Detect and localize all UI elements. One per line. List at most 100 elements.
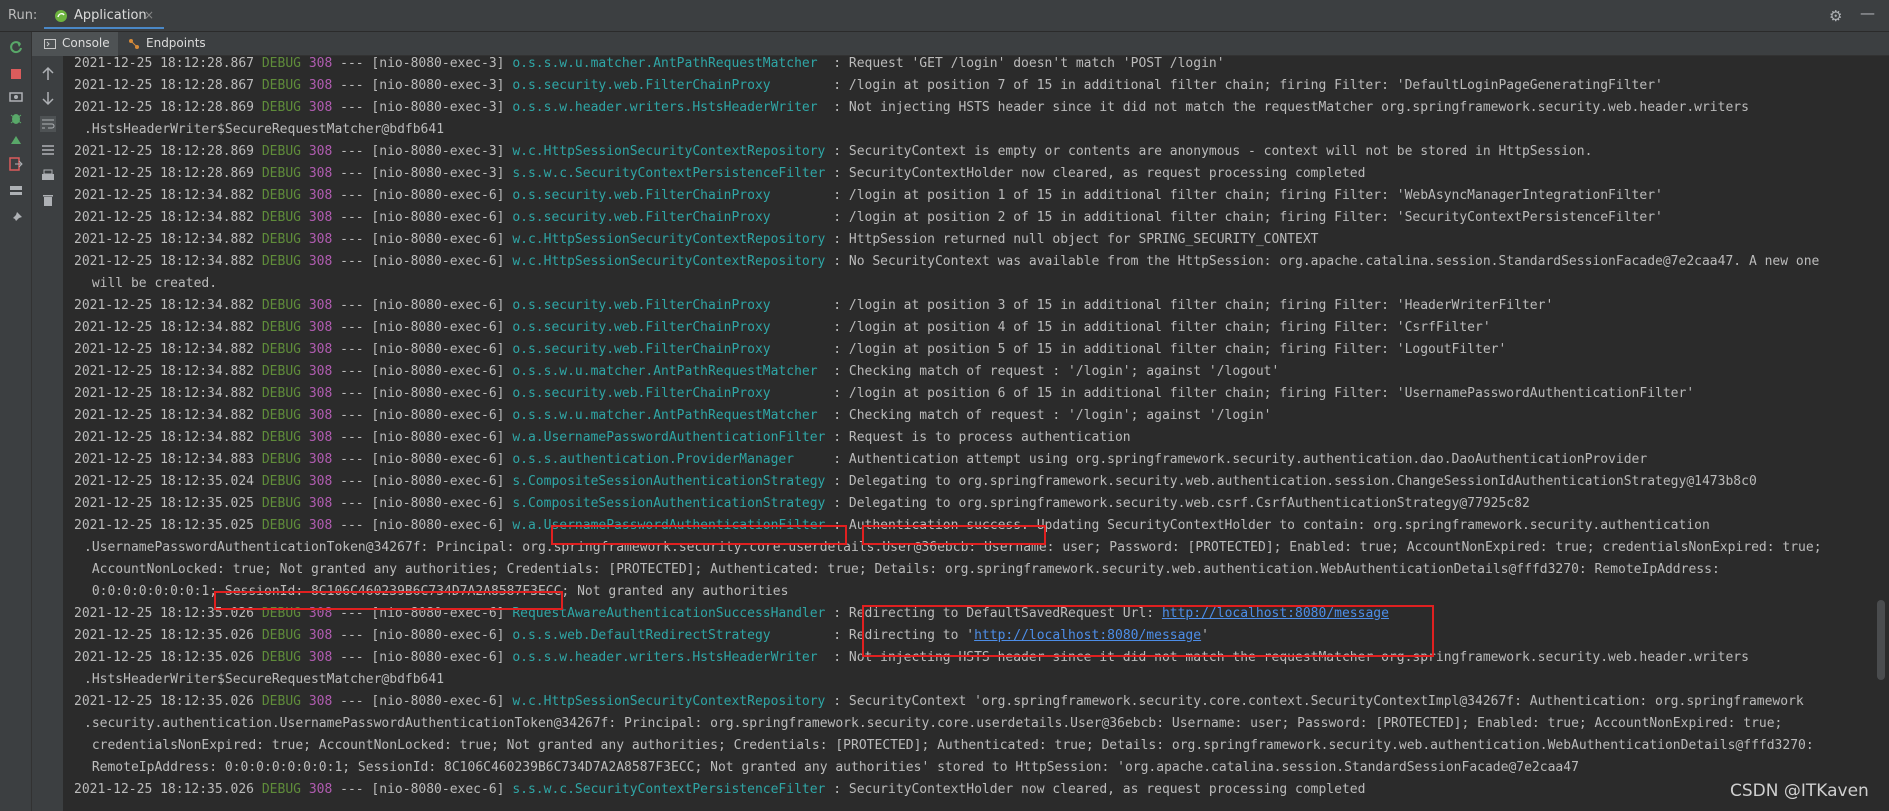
trash-icon[interactable]	[40, 192, 56, 208]
log-line: 2021-12-25 18:12:34.882 DEBUG 308 --- [n…	[74, 427, 1131, 449]
log-level: DEBUG	[261, 474, 301, 489]
log-timestamp: 2021-12-25 18:12:35.025	[74, 518, 255, 533]
log-pid: 308	[308, 496, 333, 511]
log-timestamp: 2021-12-25 18:12:34.882	[74, 408, 255, 423]
log-line: 2021-12-25 18:12:34.882 DEBUG 308 --- [n…	[74, 317, 1491, 339]
log-pid: 308	[308, 342, 333, 357]
log-thread: --- [nio-8080-exec-3]	[332, 144, 513, 159]
log-thread: --- [nio-8080-exec-6]	[332, 628, 513, 643]
log-level: DEBUG	[261, 782, 301, 797]
log-timestamp: 2021-12-25 18:12:28.869	[74, 100, 255, 115]
scroll-to-end-icon[interactable]	[40, 142, 56, 158]
log-timestamp: 2021-12-25 18:12:34.882	[74, 254, 255, 269]
log-pid: 308	[308, 452, 333, 467]
log-timestamp: 2021-12-25 18:12:35.026	[74, 628, 255, 643]
log-logger: o.s.security.web.FilterChainProxy	[512, 78, 834, 93]
log-message: : Checking match of request : '/login'; …	[833, 364, 1280, 379]
log-thread: --- [nio-8080-exec-6]	[332, 320, 513, 335]
log-pid: 308	[308, 188, 333, 203]
scrollbar[interactable]	[1875, 56, 1889, 811]
gear-icon[interactable]: ⚙	[1829, 7, 1842, 25]
close-icon[interactable]: ×	[144, 8, 154, 22]
minimize-icon[interactable]: —	[1860, 4, 1875, 22]
log-timestamp: 2021-12-25 18:12:34.882	[74, 430, 255, 445]
log-thread: --- [nio-8080-exec-6]	[332, 188, 513, 203]
log-thread: --- [nio-8080-exec-3]	[332, 100, 513, 115]
log-pid: 308	[308, 518, 333, 533]
log-line: 2021-12-25 18:12:35.025 DEBUG 308 --- [n…	[74, 493, 1530, 515]
print-icon[interactable]	[40, 168, 56, 184]
run-label: Run:	[8, 8, 38, 23]
console-output[interactable]: 2021-12-25 18:12:28.867 DEBUG 308 --- [n…	[64, 56, 1875, 811]
log-line: 2021-12-25 18:12:28.869 DEBUG 308 --- [n…	[74, 141, 1592, 163]
log-continuation: AccountNonLocked: true; Not granted any …	[84, 562, 1720, 577]
log-message: : HttpSession returned null object for S…	[833, 232, 1319, 247]
log-thread: --- [nio-8080-exec-6]	[332, 474, 513, 489]
arrow-down-icon[interactable]	[40, 90, 56, 106]
log-line: 2021-12-25 18:12:34.882 DEBUG 308 --- [n…	[74, 251, 1819, 273]
log-level: DEBUG	[261, 78, 301, 93]
log-timestamp: 2021-12-25 18:12:35.026	[74, 694, 255, 709]
tab-endpoints[interactable]: Endpoints	[120, 32, 216, 56]
log-line: 2021-12-25 18:12:34.882 DEBUG 308 --- [n…	[74, 339, 1506, 361]
soft-wrap-icon[interactable]	[40, 116, 56, 132]
log-logger: w.c.HttpSessionSecurityContextRepository	[512, 232, 834, 247]
log-level: DEBUG	[261, 628, 301, 643]
subtabs-bar: Console Endpoints	[0, 32, 1889, 56]
debug-icon[interactable]	[8, 110, 24, 126]
log-pid: 308	[308, 298, 333, 313]
rerun-icon[interactable]	[8, 39, 24, 55]
build-icon[interactable]	[8, 132, 24, 148]
pin-icon[interactable]	[8, 210, 24, 226]
log-line: 2021-12-25 18:12:28.867 DEBUG 308 --- [n…	[74, 75, 1663, 97]
log-pid: 308	[308, 430, 333, 445]
log-thread: --- [nio-8080-exec-6]	[332, 364, 513, 379]
log-logger: w.c.HttpSessionSecurityContextRepository	[512, 144, 834, 159]
log-logger: o.s.s.w.header.writers.HstsHeaderWriter	[512, 100, 834, 115]
log-level: DEBUG	[261, 496, 301, 511]
log-logger: o.s.s.w.u.matcher.AntPathRequestMatcher	[512, 364, 834, 379]
arrow-up-icon[interactable]	[40, 66, 56, 82]
log-pid: 308	[308, 408, 333, 423]
log-level: DEBUG	[261, 166, 301, 181]
log-continuation: .HstsHeaderWriter$SecureRequestMatcher@b…	[84, 122, 445, 137]
highlight-auth-success	[862, 525, 1046, 545]
log-continuation: RemoteIpAddress: 0:0:0:0:0:0:0:1; Sessio…	[84, 760, 1579, 775]
log-timestamp: 2021-12-25 18:12:34.882	[74, 386, 255, 401]
log-level: DEBUG	[261, 342, 301, 357]
exit-icon[interactable]	[8, 156, 24, 172]
log-thread: --- [nio-8080-exec-6]	[332, 782, 513, 797]
log-timestamp: 2021-12-25 18:12:35.024	[74, 474, 255, 489]
log-thread: --- [nio-8080-exec-6]	[332, 386, 513, 401]
log-timestamp: 2021-12-25 18:12:35.026	[74, 650, 255, 665]
spring-boot-icon	[55, 10, 67, 22]
log-timestamp: 2021-12-25 18:12:35.025	[74, 496, 255, 511]
tab-console[interactable]: Console	[32, 32, 118, 56]
camera-icon[interactable]	[8, 88, 24, 104]
log-line: 2021-12-25 18:12:34.882 DEBUG 308 --- [n…	[74, 185, 1663, 207]
log-timestamp: 2021-12-25 18:12:34.882	[74, 232, 255, 247]
log-level: DEBUG	[261, 56, 301, 71]
log-thread: --- [nio-8080-exec-6]	[332, 210, 513, 225]
log-line: 2021-12-25 18:12:35.024 DEBUG 308 --- [n…	[74, 471, 1757, 493]
log-thread: --- [nio-8080-exec-6]	[332, 452, 513, 467]
log-thread: --- [nio-8080-exec-6]	[332, 298, 513, 313]
log-message: : /login at position 4 of 15 in addition…	[833, 320, 1491, 335]
log-pid: 308	[308, 386, 333, 401]
log-logger: o.s.security.web.FilterChainProxy	[512, 342, 834, 357]
log-line: 2021-12-25 18:12:34.882 DEBUG 308 --- [n…	[74, 229, 1318, 251]
log-logger: w.c.HttpSessionSecurityContextRepository	[512, 254, 834, 269]
tab-application[interactable]: Application ×	[44, 3, 164, 29]
run-actions-gutter	[0, 32, 32, 811]
log-timestamp: 2021-12-25 18:12:34.882	[74, 342, 255, 357]
log-logger: s.CompositeSessionAuthenticationStrategy	[512, 496, 834, 511]
log-level: DEBUG	[261, 518, 301, 533]
highlight-redirects	[862, 605, 1434, 657]
scrollbar-thumb[interactable]	[1877, 600, 1885, 680]
stop-icon[interactable]	[8, 66, 24, 82]
log-level: DEBUG	[261, 232, 301, 247]
log-pid: 308	[308, 254, 333, 269]
layout-icon[interactable]	[8, 182, 24, 198]
log-timestamp: 2021-12-25 18:12:28.869	[74, 166, 255, 181]
log-line: 2021-12-25 18:12:28.869 DEBUG 308 --- [n…	[74, 163, 1365, 185]
